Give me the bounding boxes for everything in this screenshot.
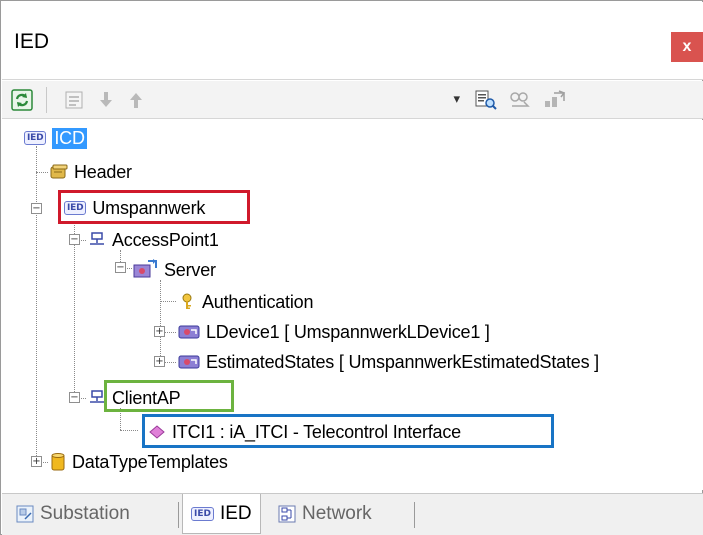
tree-node-authentication[interactable]: Authentication — [178, 288, 313, 316]
access-point-icon — [88, 232, 106, 248]
network-icon — [278, 505, 296, 523]
refresh-button[interactable] — [8, 86, 36, 114]
tree-node-label: Header — [74, 161, 132, 182]
bottom-tab-bar: Substation IED IED Network — [2, 493, 703, 535]
tree-node-label: EstimatedStates [ UmspannwerkEstimatedSt… — [206, 351, 599, 372]
tree-line — [36, 146, 37, 462]
tab-network[interactable]: Network — [270, 494, 380, 534]
tree-node-ldevice1[interactable]: LDevice1 [ UmspannwerkLDevice1 ] — [178, 318, 490, 346]
window-title: IED — [14, 30, 50, 53]
tab-separator — [178, 502, 179, 528]
tree-line — [36, 172, 48, 173]
server-icon — [132, 259, 158, 281]
tab-separator — [414, 502, 415, 528]
toolbar-combo[interactable]: ▾ — [214, 87, 460, 113]
tab-label: IED — [219, 502, 252, 524]
find-replace-button[interactable] — [506, 86, 534, 114]
toolbar: ▾ — [2, 81, 703, 119]
tree-node-label: Authentication — [202, 291, 314, 312]
tab-substation[interactable]: Substation — [8, 494, 138, 534]
properties-icon — [65, 91, 83, 109]
search-button[interactable] — [472, 86, 500, 114]
close-button[interactable]: x — [671, 32, 703, 62]
logical-device-icon — [178, 324, 200, 340]
chevron-down-icon: ▾ — [453, 91, 460, 106]
collapse-toggle-accesspoint1[interactable]: − — [69, 234, 80, 245]
tree-node-label: DataTypeTemplates — [72, 451, 228, 472]
move-down-button[interactable] — [92, 86, 120, 114]
tree-line — [74, 222, 75, 398]
tree-node-label: ICD — [52, 127, 87, 149]
find-replace-icon — [510, 92, 530, 107]
ied-tree-view: − − − + + − + IED ICD Header IED Umspann… — [2, 120, 703, 490]
tree-node-icd[interactable]: IED ICD — [24, 124, 87, 152]
key-icon — [178, 293, 196, 311]
collapse-toggle-clientap[interactable]: − — [69, 392, 80, 403]
ied-icon: IED — [24, 131, 47, 145]
tab-label: Substation — [40, 503, 130, 524]
search-icon — [475, 90, 497, 110]
tree-node-header[interactable]: Header — [50, 158, 132, 186]
database-icon — [50, 452, 66, 472]
expand-toggle-datatypetemplates[interactable]: + — [31, 456, 42, 467]
move-up-icon — [130, 93, 142, 108]
tree-node-accesspoint1[interactable]: AccessPoint1 — [88, 226, 219, 254]
collapse-toggle-server[interactable]: − — [115, 262, 126, 273]
tree-line — [160, 301, 176, 302]
highlight-box-red — [58, 190, 250, 224]
highlight-box-green — [104, 380, 234, 412]
title-bar: IED x — [2, 2, 703, 80]
tree-node-label: LDevice1 [ UmspannwerkLDevice1 ] — [206, 321, 490, 342]
tab-ied[interactable]: IED IED — [182, 494, 261, 534]
highlight-box-blue — [142, 414, 554, 448]
ied-icon: IED — [191, 506, 214, 521]
tree-line — [160, 280, 161, 362]
tree-node-datatypetemplates[interactable]: DataTypeTemplates — [50, 448, 228, 476]
ied-window: IED x ▾ − − − + + − + IED ICD Header IED… — [0, 0, 703, 535]
refresh-icon — [11, 89, 33, 111]
tab-label: Network — [302, 503, 372, 524]
logical-device-icon — [178, 354, 200, 370]
tree-node-label: AccessPoint1 — [112, 229, 219, 250]
toolbar-separator — [46, 87, 47, 113]
close-icon: x — [682, 38, 692, 55]
substation-icon — [16, 505, 34, 523]
tree-node-estimatedstates[interactable]: EstimatedStates [ UmspannwerkEstimatedSt… — [178, 348, 599, 376]
properties-button[interactable] — [60, 86, 88, 114]
export-icon — [545, 90, 566, 107]
move-up-button[interactable] — [122, 86, 150, 114]
tree-node-server[interactable]: Server — [132, 256, 216, 284]
header-icon — [50, 164, 68, 180]
expand-toggle-estimatedstates[interactable]: + — [154, 356, 165, 367]
collapse-toggle-umspannwerk[interactable]: − — [31, 203, 42, 214]
move-down-icon — [100, 92, 112, 107]
expand-toggle-ldevice1[interactable]: + — [154, 326, 165, 337]
export-button[interactable] — [540, 86, 568, 114]
tree-node-label: Server — [164, 259, 216, 280]
tree-line — [120, 430, 138, 431]
